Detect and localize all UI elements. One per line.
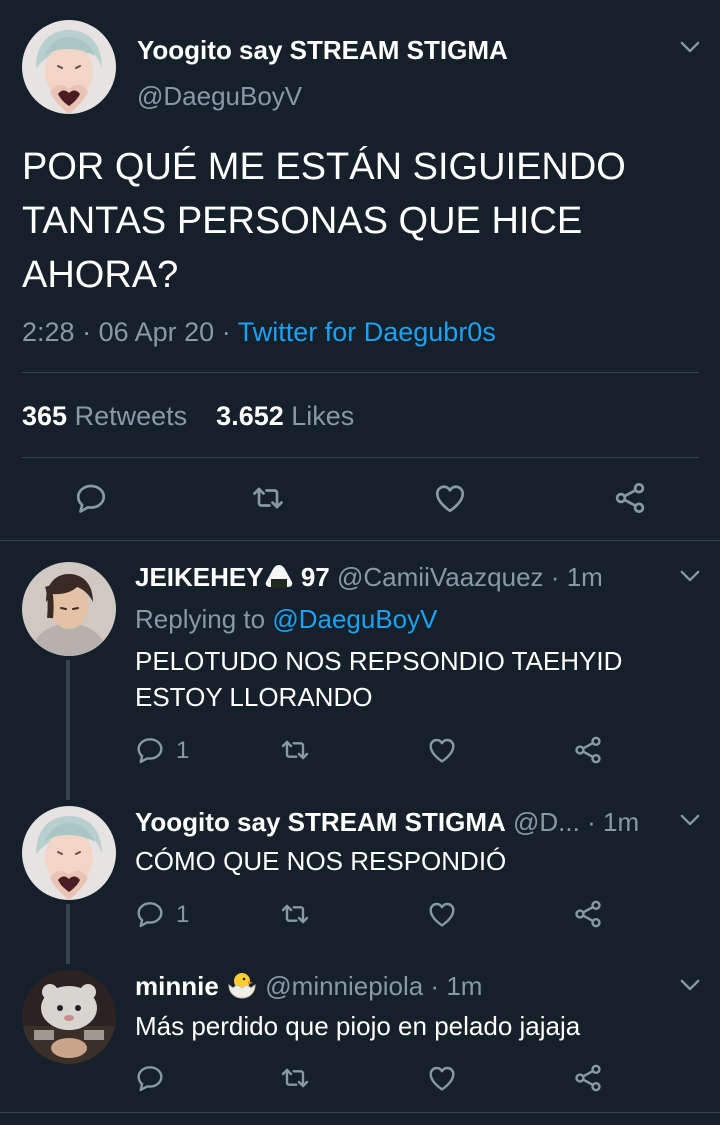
handle[interactable]: @CamiiVaazquez: [337, 562, 544, 592]
tweet-text-line: POR QUÉ ME ESTÁN SIGUIENDO: [22, 146, 626, 188]
like-icon[interactable]: [432, 480, 468, 516]
tweet-source-link[interactable]: Twitter for Daegubr0s: [238, 317, 496, 347]
reply-text: Más perdido que piojo en pelado jajaja: [135, 1011, 581, 1041]
tweet-meta: 2:28 · 06 Apr 20 · Twitter for Daegubr0s: [22, 314, 496, 350]
chevron-down-icon[interactable]: [676, 562, 704, 590]
retweet-icon[interactable]: [279, 1062, 311, 1094]
reply-time: 1m: [602, 807, 640, 837]
retweet-icon[interactable]: [250, 480, 286, 516]
display-name[interactable]: Yoogito say STREAM STIGMA: [135, 807, 506, 837]
reply-text: PELOTUDO NOS REPSONDIO TAEHYID ESTOY LLO…: [135, 643, 622, 715]
tweet-time: 2:28: [22, 317, 75, 347]
tweet-text-line: TANTAS PERSONAS QUE HICE: [22, 200, 583, 242]
display-name[interactable]: JEIKEHEY: [135, 562, 264, 592]
divider: [22, 372, 699, 373]
thread-line: [66, 904, 70, 964]
replying-to-link[interactable]: @DaeguBoyV: [272, 604, 437, 634]
reply-icon[interactable]: [134, 734, 166, 766]
avatar[interactable]: [22, 806, 116, 900]
avatar[interactable]: [22, 562, 116, 656]
like-icon[interactable]: [426, 734, 458, 766]
handle[interactable]: @minniepiola: [265, 971, 423, 1001]
share-icon[interactable]: [572, 734, 604, 766]
meta-separator: ·: [430, 971, 440, 1001]
divider: [22, 457, 699, 458]
reply-count: 1: [176, 737, 190, 764]
avatar[interactable]: [22, 970, 116, 1064]
rice-ball-emoji: [264, 563, 294, 589]
tweet-stats: 365 Retweets 3.652 Likes: [22, 398, 354, 434]
chevron-down-icon[interactable]: [676, 971, 704, 999]
replying-to: Replying to @DaeguBoyV: [135, 602, 437, 636]
retweets-stat[interactable]: 365 Retweets: [22, 401, 195, 431]
share-icon[interactable]: [612, 480, 648, 516]
likes-stat[interactable]: 3.652 Likes: [216, 401, 354, 431]
reply-time: 1m: [566, 562, 603, 592]
reply-time: 1m: [446, 971, 483, 1001]
replying-to-label: Replying to: [135, 604, 266, 634]
tweet-text: POR QUÉ ME ESTÁN SIGUIENDO TANTAS PERSON…: [22, 140, 626, 302]
display-name[interactable]: Yoogito say STREAM STIGMA: [137, 34, 508, 66]
likes-count: 3.652: [216, 401, 284, 431]
reply-header: minnie @minniepiola · 1m: [135, 969, 482, 1003]
chevron-down-icon[interactable]: [676, 33, 704, 61]
reply-icon[interactable]: [73, 480, 109, 516]
likes-label: Likes: [291, 401, 355, 431]
share-icon[interactable]: [572, 1062, 604, 1094]
meta-separator: ·: [82, 317, 92, 347]
divider: [0, 540, 720, 541]
meta-separator: ·: [221, 317, 231, 347]
like-icon[interactable]: [426, 1062, 458, 1094]
meta-separator: ·: [587, 807, 596, 837]
retweet-icon[interactable]: [279, 734, 311, 766]
chevron-down-icon[interactable]: [676, 806, 704, 834]
tweet-date: 06 Apr 20: [98, 317, 215, 347]
reply-count: 1: [176, 901, 190, 928]
retweet-icon[interactable]: [279, 898, 311, 930]
divider: [0, 1112, 720, 1113]
share-icon[interactable]: [572, 898, 604, 930]
reply-header: Yoogito say STREAM STIGMA @D... · 1m: [135, 805, 639, 839]
reply-text: CÓMO QUE NOS RESPONDIÓ: [135, 846, 507, 876]
hatching-chick-emoji: [226, 971, 258, 999]
handle[interactable]: @DaeguBoyV: [137, 80, 302, 112]
handle[interactable]: @D...: [513, 807, 580, 837]
tweet-text-line: AHORA?: [22, 254, 179, 296]
reply-text-line: ESTOY LLORANDO: [135, 682, 373, 712]
reply-icon[interactable]: [134, 1062, 166, 1094]
retweets-count: 365: [22, 401, 68, 431]
reply-header: JEIKEHEY 97 @CamiiVaazquez · 1m: [135, 560, 603, 594]
avatar[interactable]: [22, 20, 116, 114]
display-name[interactable]: minnie: [135, 971, 219, 1001]
reply-text-line: PELOTUDO NOS REPSONDIO TAEHYID: [135, 646, 623, 676]
display-name-suffix: 97: [300, 562, 330, 592]
meta-separator: ·: [550, 562, 560, 592]
retweets-label: Retweets: [74, 401, 188, 431]
thread-line: [66, 660, 70, 800]
reply-icon[interactable]: [134, 898, 166, 930]
like-icon[interactable]: [426, 898, 458, 930]
